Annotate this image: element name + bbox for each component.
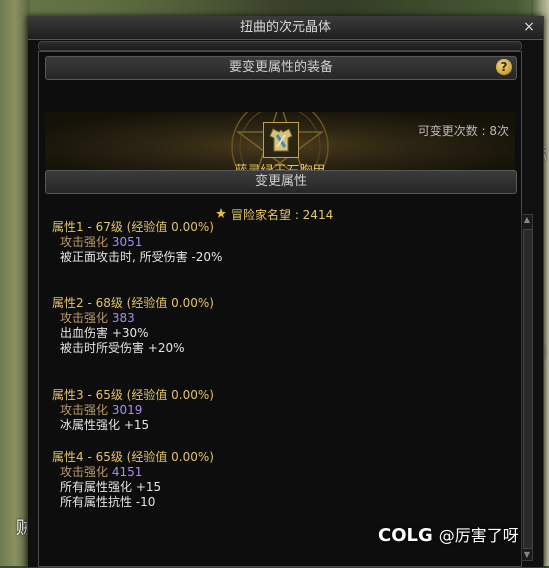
attack-boost-label: 攻击强化: [60, 311, 109, 325]
attack-boost-value: 4151: [111, 465, 143, 479]
attribute-list: 冒险家名望 : 2414 属性1 - 67级 (经验值 0.00%) 攻击强化 …: [45, 198, 501, 548]
attribute-block-2[interactable]: 属性2 - 68级 (经验值 0.00%) 攻击强化 383 出血伤害 +30%…: [52, 296, 214, 356]
attribute-block-4[interactable]: 属性4 - 65级 (经验值 0.00%) 攻击强化 4151 所有属性强化 +…: [52, 450, 214, 510]
help-icon[interactable]: ?: [496, 59, 512, 75]
scroll-up-icon[interactable]: ▲: [522, 215, 532, 225]
attribute-title: 属性4 - 65级 (经验值 0.00%): [52, 450, 214, 464]
chest-armor-icon: [264, 123, 298, 157]
equipment-item-slot[interactable]: [263, 122, 299, 158]
equipment-section-header: 要变更属性的装备 ?: [45, 56, 517, 80]
attribute-title: 属性2 - 68级 (经验值 0.00%): [52, 296, 214, 310]
attribute-effect: 被正面攻击时, 所受伤害 -20%: [60, 250, 223, 264]
close-button[interactable]: ×: [521, 19, 537, 35]
attribute-section-label: 变更属性: [254, 174, 307, 189]
top-slider-bar: [38, 41, 522, 51]
attack-boost-line: 攻击强化 4151: [52, 465, 214, 480]
equipment-section-label: 要变更属性的装备: [228, 60, 333, 75]
watermark: COLG @厉害了呀: [378, 522, 519, 546]
attack-boost-value: 3019: [111, 403, 143, 417]
attribute-block-3[interactable]: 属性3 - 65级 (经验值 0.00%) 攻击强化 3019 冰属性强化 +1…: [52, 388, 214, 433]
main-panel: 要变更属性的装备 ? 蓝灵绿玉石胸甲 可变更次数 : 8次 变更属性: [38, 51, 533, 567]
change-count-text: 可变更次数 : 8次: [417, 124, 509, 138]
attribute-block-1[interactable]: 属性1 - 67级 (经验值 0.00%) 攻击强化 3051 被正面攻击时, …: [52, 220, 222, 265]
attribute-title: 属性3 - 65级 (经验值 0.00%): [52, 388, 214, 402]
watermark-handle: @厉害了呀: [438, 526, 519, 545]
reputation-text: 冒险家名望 : 2414: [231, 208, 334, 222]
attribute-effect: 冰属性强化 +15: [60, 418, 150, 432]
attribute-section-header: 变更属性: [45, 170, 517, 194]
attack-boost-value: 383: [111, 311, 135, 325]
scroll-down-icon[interactable]: ▼: [522, 550, 532, 560]
attribute-effect: 所有属性强化 +15: [60, 480, 162, 494]
attack-boost-label: 攻击强化: [60, 465, 109, 479]
attack-boost-label: 攻击强化: [60, 235, 109, 249]
attack-boost-value: 3051: [111, 235, 143, 249]
background-tree-left: [0, 0, 30, 566]
attack-boost-label: 攻击强化: [60, 403, 109, 417]
reputation-display: 冒险家名望 : 2414: [215, 206, 333, 223]
attribute-effect: 所有属性抗性 -10: [60, 495, 156, 509]
attribute-effect: 被击时所受伤害 +20%: [60, 341, 185, 355]
attribute-title: 属性1 - 67级 (经验值 0.00%): [52, 220, 214, 234]
window-title: 扭曲的次元晶体: [239, 20, 331, 35]
scroll-thumb[interactable]: [523, 229, 533, 549]
watermark-brand: COLG: [378, 525, 433, 546]
attack-boost-line: 攻击强化 3051: [52, 235, 222, 250]
attack-boost-line: 攻击强化 3019: [52, 403, 214, 418]
window-titlebar[interactable]: 扭曲的次元晶体 ×: [28, 17, 543, 40]
dimension-crystal-window: 扭曲的次元晶体 × 要变更属性的装备 ? 蓝灵绿玉石胸甲: [27, 16, 544, 568]
attribute-scrollbar[interactable]: ▲ ▼: [521, 214, 533, 561]
attack-boost-line: 攻击强化 383: [52, 311, 214, 326]
attribute-effect: 出血伤害 +30%: [60, 326, 149, 340]
